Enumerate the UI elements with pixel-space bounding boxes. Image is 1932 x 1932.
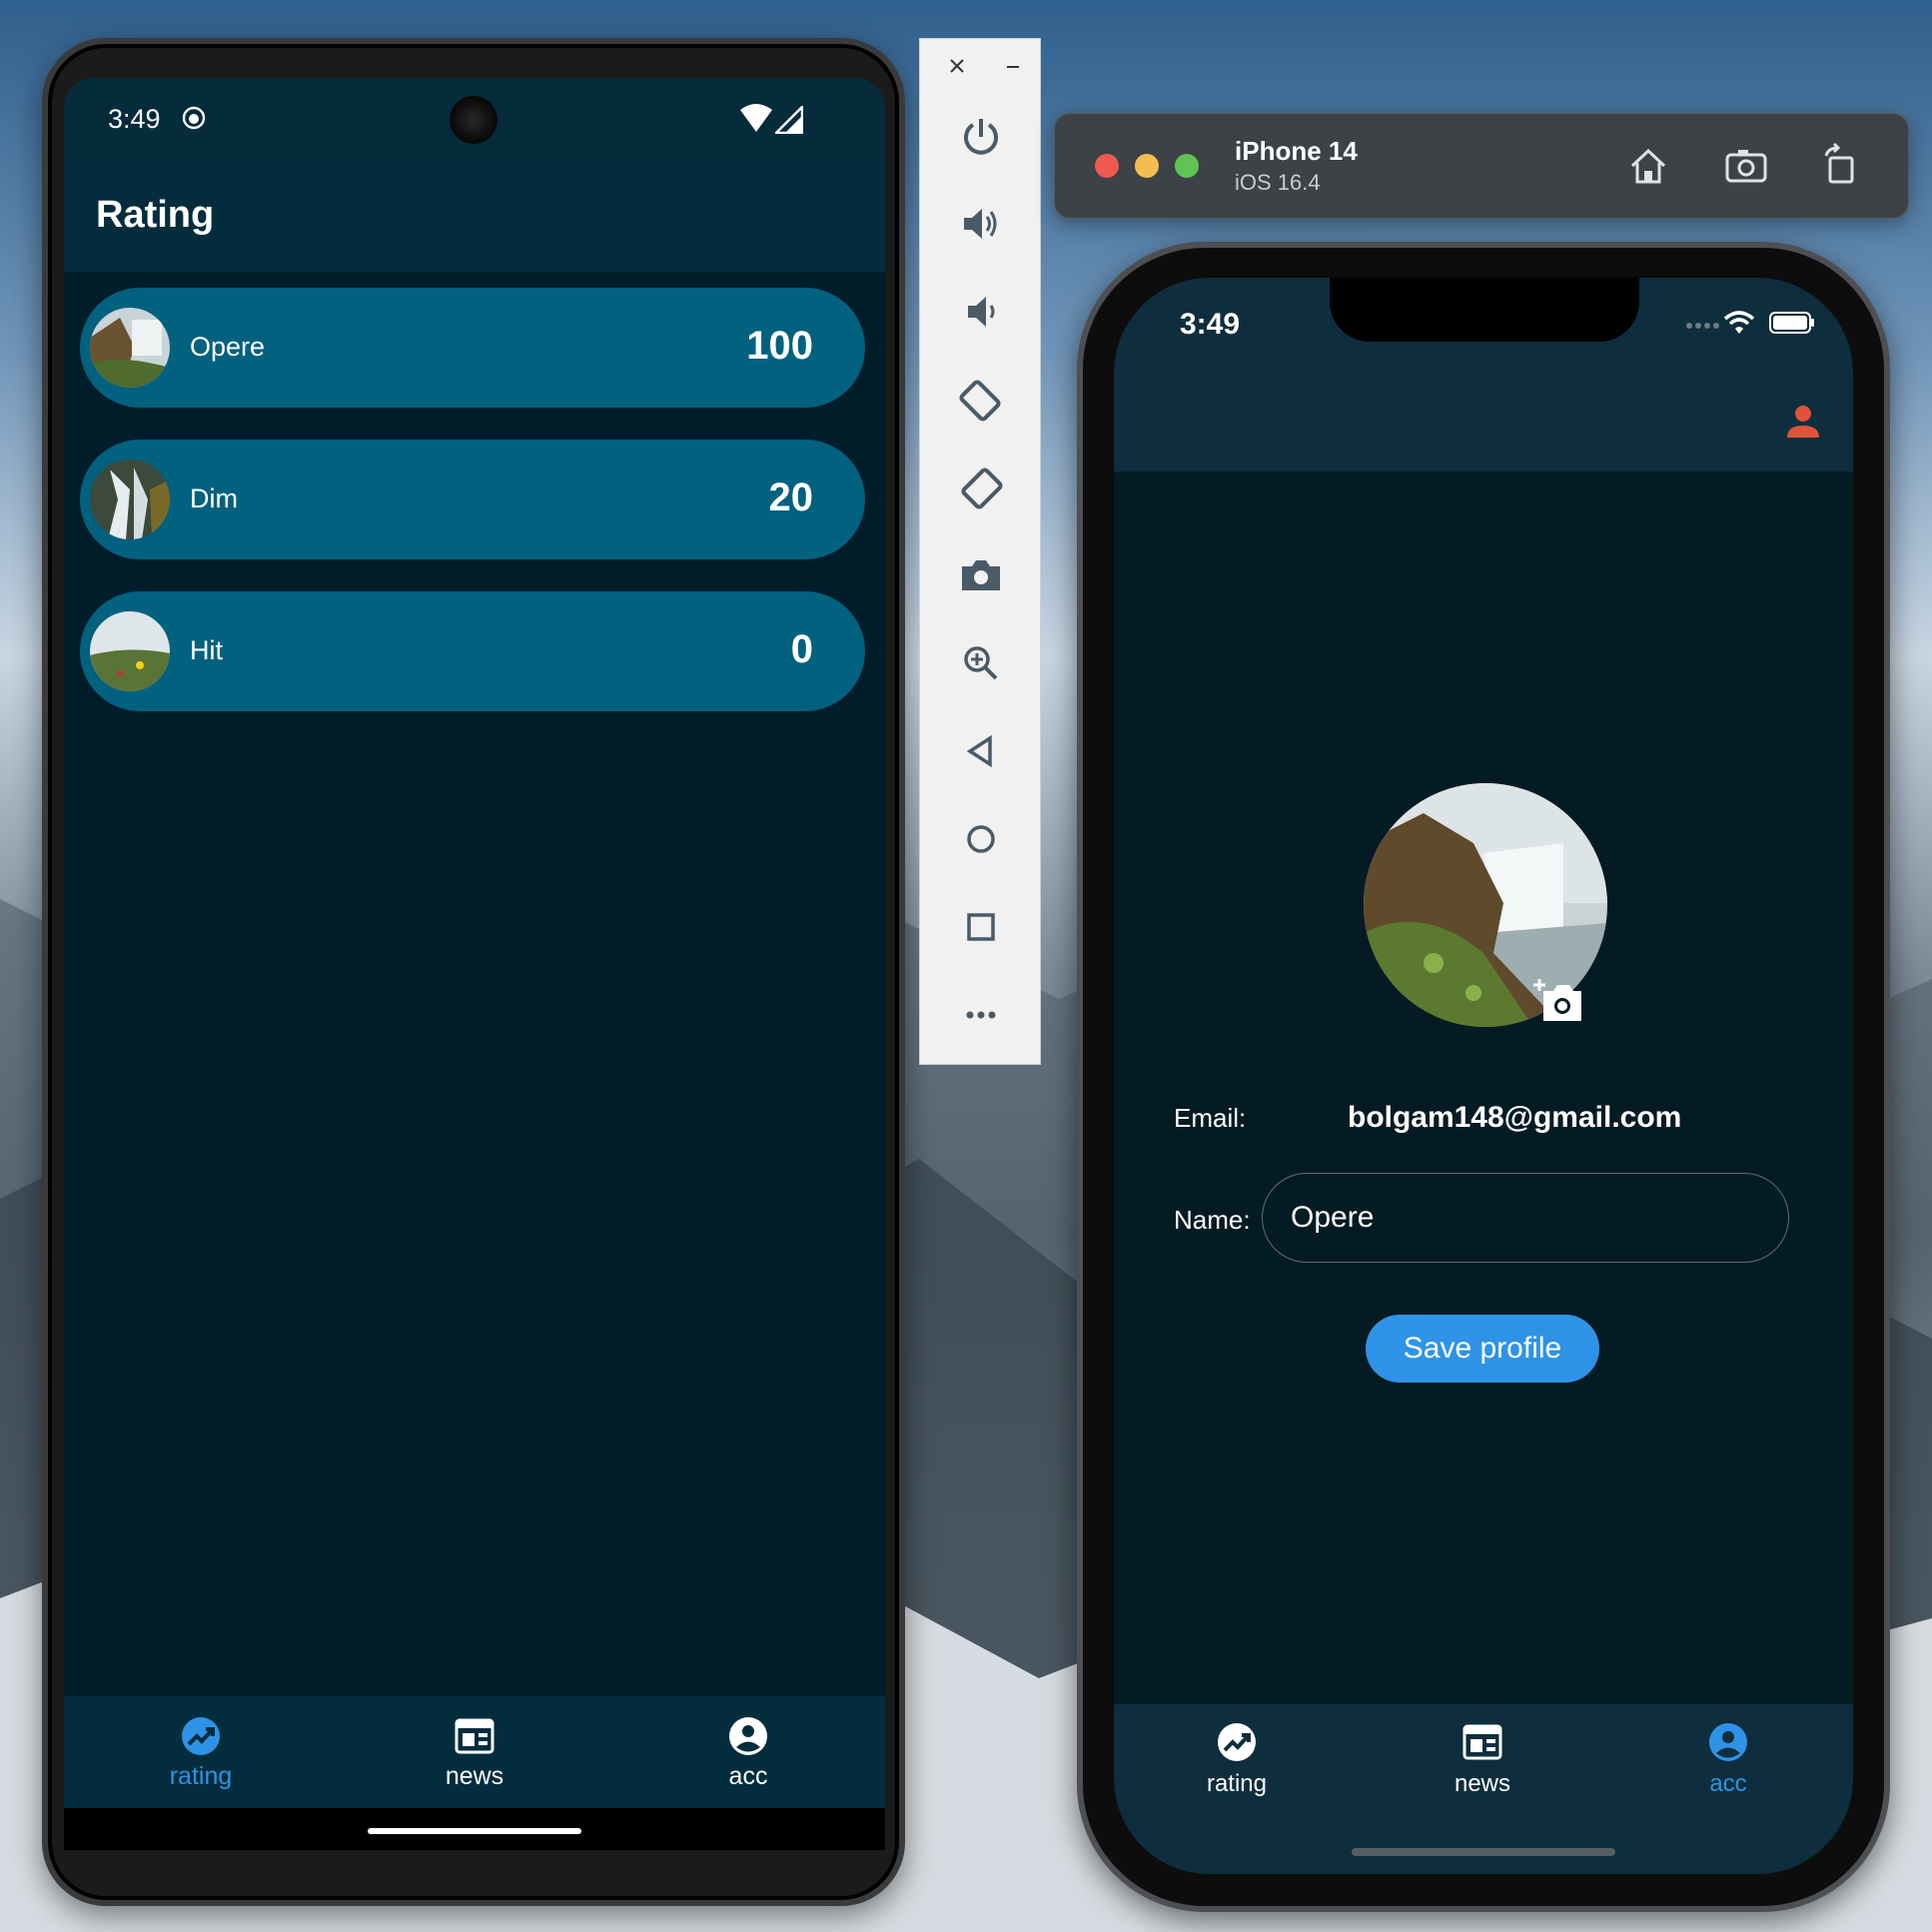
nav-item-acc[interactable]: acc	[1605, 1704, 1851, 1814]
emulator-toolbar	[919, 38, 1041, 1065]
more-icon[interactable]	[956, 990, 1006, 1040]
nav-label: rating	[1206, 1770, 1268, 1797]
device-name: iPhone 14	[1235, 136, 1358, 166]
zoom-window-button[interactable]	[1175, 154, 1199, 178]
android-status-bar: 3:49	[64, 78, 885, 160]
close-window-button[interactable]	[1095, 154, 1119, 178]
account-circle-icon	[729, 1717, 767, 1755]
rating-score: 0	[790, 627, 813, 671]
app-bar: Rating	[64, 160, 885, 272]
avatar	[90, 308, 170, 388]
rating-row[interactable]: Opere 100	[80, 288, 865, 408]
nav-item-acc[interactable]: acc	[611, 1696, 885, 1808]
name-label: Name:	[1174, 1205, 1251, 1235]
gesture-handle[interactable]	[368, 1828, 581, 1834]
newspaper-icon	[455, 1718, 494, 1754]
minimize-window-button[interactable]	[1135, 154, 1159, 178]
nav-label: news	[445, 1762, 504, 1790]
signal-icon	[775, 106, 803, 134]
newspaper-icon	[1462, 1724, 1502, 1760]
battery-icon	[1769, 312, 1814, 334]
wifi-icon	[1723, 311, 1755, 334]
overview-icon[interactable]	[956, 902, 1006, 952]
rating-score: 20	[768, 476, 814, 519]
camera-icon[interactable]	[956, 550, 1006, 600]
email-value: bolgam148@gmail.com	[1348, 1101, 1682, 1134]
email-label: Email:	[1174, 1103, 1247, 1133]
nav-item-news[interactable]: news	[338, 1696, 611, 1808]
rotate-icon[interactable]	[1816, 142, 1864, 190]
nav-label: rating	[169, 1762, 233, 1790]
nav-item-news[interactable]: news	[1360, 1704, 1605, 1814]
android-screen: 3:49 Rating Opere 100 Dim 20 Hit 0 ratin…	[64, 78, 885, 1850]
rating-name: Opere	[190, 332, 266, 362]
home-icon[interactable]	[1624, 142, 1672, 190]
status-time: 3:49	[108, 104, 161, 134]
rating-name: Hit	[190, 635, 223, 665]
trending-up-icon	[1218, 1723, 1256, 1761]
iphone-screen: 3:49 Email: bolgam148@gmail.com Name: Op…	[1114, 278, 1853, 1874]
rotate-right-icon[interactable]	[956, 463, 1006, 512]
ios-app-bar: 3:49	[1114, 278, 1853, 472]
wifi-icon	[740, 104, 772, 132]
close-icon[interactable]	[944, 53, 970, 79]
power-icon[interactable]	[956, 111, 1006, 161]
nav-item-rating[interactable]: rating	[1114, 1704, 1360, 1814]
volume-down-icon[interactable]	[956, 287, 1006, 337]
home-indicator[interactable]	[1352, 1848, 1615, 1856]
zoom-icon[interactable]	[956, 638, 1006, 688]
avatar	[90, 611, 170, 691]
rating-score: 100	[746, 324, 813, 368]
back-icon[interactable]	[956, 726, 1006, 776]
notification-icon	[182, 106, 206, 130]
rating-row[interactable]: Dim 20	[80, 440, 865, 559]
signal-icon	[1686, 323, 1719, 329]
account-circle-icon	[1709, 1723, 1747, 1761]
status-time: 3:49	[1180, 308, 1241, 341]
home-icon[interactable]	[956, 814, 1006, 864]
rating-name: Dim	[190, 483, 238, 513]
save-profile-button[interactable]: Save profile	[1366, 1315, 1599, 1383]
minimize-icon[interactable]	[1000, 53, 1026, 79]
nav-label: news	[1453, 1770, 1511, 1797]
avatar	[90, 460, 170, 539]
add-photo-icon[interactable]	[1533, 977, 1583, 1023]
screenshot-icon[interactable]	[1722, 142, 1770, 190]
page-title: Rating	[96, 194, 215, 236]
notch	[1330, 278, 1639, 342]
os-version: iOS 16.4	[1235, 170, 1321, 195]
trending-up-icon	[182, 1717, 220, 1755]
nav-label: acc	[1709, 1770, 1747, 1797]
bottom-navigation: rating news acc	[64, 1696, 885, 1808]
rotate-left-icon[interactable]	[956, 375, 1006, 425]
name-field[interactable]	[1262, 1173, 1789, 1263]
volume-up-icon[interactable]	[956, 199, 1006, 249]
nav-item-rating[interactable]: rating	[64, 1696, 338, 1808]
front-camera	[450, 96, 497, 144]
nav-label: acc	[728, 1762, 768, 1790]
rating-row[interactable]: Hit 0	[80, 591, 865, 711]
simulator-title-bar: iPhone 14 iOS 16.4	[1054, 113, 1909, 219]
person-icon[interactable]	[1783, 402, 1823, 442]
